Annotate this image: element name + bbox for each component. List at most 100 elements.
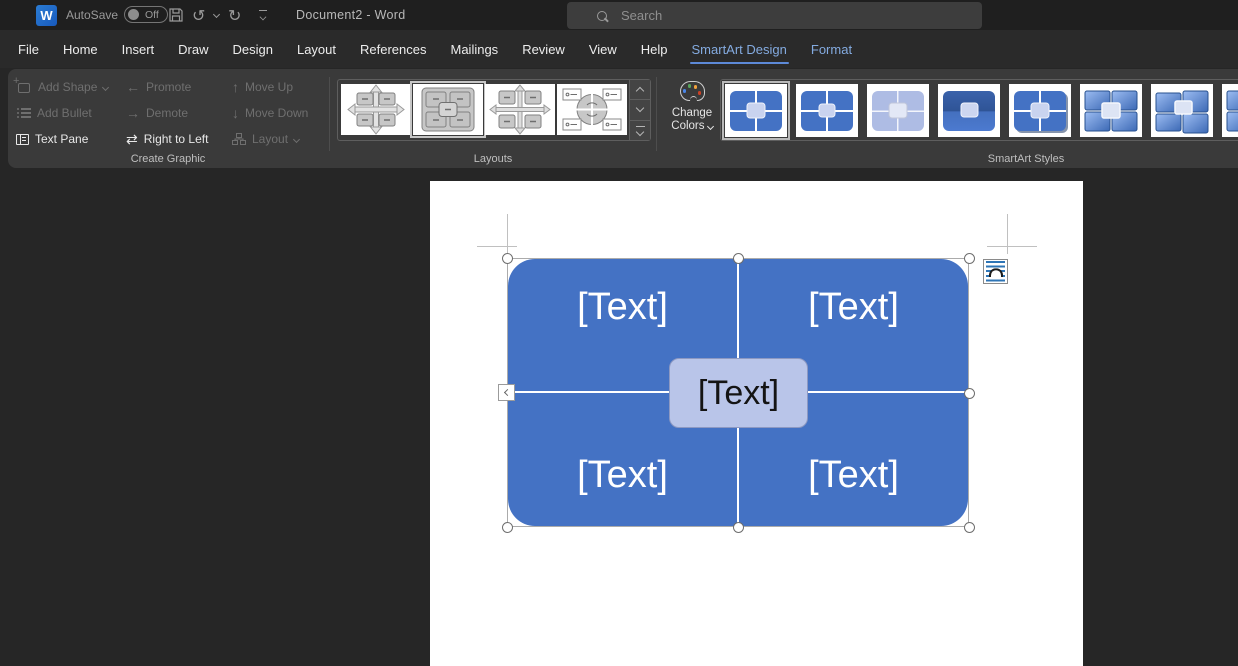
arrow-left-icon (126, 80, 140, 95)
layouts-group-label: Layouts (473, 153, 513, 165)
add-shape-button[interactable]: Add Shape (13, 75, 110, 99)
resize-handle-bottom-center[interactable] (732, 521, 744, 533)
layout-button[interactable]: Layout (232, 127, 301, 151)
group-divider (656, 77, 657, 151)
layouts-gallery (337, 79, 651, 141)
undo-dropdown-icon[interactable] (212, 10, 221, 19)
style-thumb-simple-fill[interactable] (796, 84, 858, 137)
chevron-left-icon (503, 388, 512, 397)
matrix-quadrant-top-left[interactable]: [Text] (508, 279, 737, 335)
anchor-mark (987, 246, 1037, 247)
style-thumb-polished-3d[interactable] (1080, 84, 1142, 137)
right-to-left-button[interactable]: Right to Left (126, 127, 209, 151)
tab-mailings[interactable]: Mailings (439, 30, 511, 68)
word-logo-icon[interactable]: W (36, 5, 57, 26)
tab-home[interactable]: Home (51, 30, 110, 68)
basic-matrix-icon (347, 84, 405, 135)
layout-thumb-grid-matrix[interactable] (485, 84, 555, 135)
promote-button[interactable]: Promote (126, 75, 191, 99)
move-down-button[interactable]: Move Down (232, 101, 308, 125)
promote-label: Promote (146, 80, 192, 94)
layout-thumb-titled-matrix[interactable] (410, 81, 486, 138)
tab-view[interactable]: View (577, 30, 629, 68)
tab-format[interactable]: Format (799, 30, 864, 68)
move-up-label: Move Up (245, 80, 294, 94)
titled-matrix-icon (421, 87, 475, 132)
text-pane-button[interactable]: Text Pane (16, 127, 88, 151)
tab-file[interactable]: File (6, 30, 51, 68)
move-up-button[interactable]: Move Up (232, 75, 293, 99)
tab-review[interactable]: Review (510, 30, 577, 68)
undo-button[interactable] (192, 6, 205, 26)
tab-layout[interactable]: Layout (285, 30, 348, 68)
resize-handle-middle-right[interactable] (963, 387, 975, 399)
matrix-style-icon (1084, 90, 1138, 131)
demote-button[interactable]: Demote (126, 101, 188, 125)
tab-references[interactable]: References (348, 30, 438, 68)
anchor-mark (477, 246, 517, 247)
customize-toolbar-icon (258, 9, 269, 20)
style-thumb-inset-3d[interactable] (1151, 84, 1213, 137)
matrix-center-box[interactable]: [Text] (669, 358, 808, 428)
chevron-down-icon (706, 122, 714, 131)
resize-handle-top-right[interactable] (963, 252, 975, 264)
style-thumb-subtle-effect[interactable] (867, 84, 929, 137)
layout-thumb-cycle-matrix[interactable] (557, 84, 627, 135)
title-bar: W AutoSave Off Document2 - Word (0, 0, 1238, 30)
palette-icon (679, 81, 705, 104)
group-divider (329, 77, 330, 151)
matrix-quadrant-bottom-left[interactable]: [Text] (508, 447, 737, 503)
style-thumb-moderate-effect[interactable] (1009, 84, 1071, 137)
ribbon-tab-bar: File Home Insert Draw Design Layout Refe… (0, 30, 1238, 68)
resize-handle-top-center[interactable] (732, 252, 744, 264)
change-colors-label: Change Colors (671, 107, 714, 132)
gallery-more-button[interactable] (630, 120, 650, 140)
customize-quick-access-button[interactable] (258, 9, 269, 20)
add-bullet-icon (16, 106, 31, 121)
save-icon (169, 8, 183, 22)
layout-options-button[interactable] (983, 259, 1008, 284)
anchor-mark (1007, 214, 1008, 254)
matrix-style-icon (872, 90, 924, 131)
arrow-down-icon (232, 106, 239, 121)
ribbon: Add Shape Add Bullet Text Pane Promote D… (8, 69, 1238, 168)
tab-design[interactable]: Design (221, 30, 285, 68)
text-pane-toggle-button[interactable] (498, 384, 515, 401)
tab-help[interactable]: Help (629, 30, 680, 68)
style-thumb-intense-dark[interactable] (938, 84, 1000, 137)
redo-button[interactable] (228, 6, 241, 26)
resize-handle-bottom-right[interactable] (963, 521, 975, 533)
org-chart-icon (232, 133, 246, 145)
tab-insert[interactable]: Insert (110, 30, 167, 68)
document-canvas: [Text] [Text] [Text] [Text] [Text] (0, 168, 1238, 666)
chevron-down-icon (102, 83, 110, 91)
style-thumb-simple-fill-selected[interactable] (722, 81, 790, 140)
save-button[interactable] (168, 7, 184, 23)
tab-smartart-design[interactable]: SmartArt Design (680, 30, 799, 68)
matrix-quadrant-bottom-right[interactable]: [Text] (739, 447, 968, 503)
layout-options-icon (986, 261, 1005, 282)
grid-matrix-icon (489, 84, 551, 135)
chevron-up-icon (635, 86, 645, 96)
search-box[interactable] (567, 2, 982, 29)
matrix-quadrant-top-right[interactable]: [Text] (739, 279, 968, 335)
chevron-down-icon (635, 104, 645, 113)
smartart-styles-gallery (720, 79, 1238, 141)
text-pane-label: Text Pane (35, 132, 89, 146)
add-bullet-button[interactable]: Add Bullet (16, 101, 92, 125)
search-input[interactable] (621, 8, 982, 23)
change-colors-button[interactable]: Change Colors (660, 75, 724, 153)
layout-label: Layout (252, 132, 289, 146)
gallery-scroll-down-button[interactable] (630, 100, 650, 121)
autosave-toggle[interactable]: Off (124, 6, 168, 23)
autosave-state: Off (145, 8, 159, 21)
gallery-scroll-up-button[interactable] (630, 80, 650, 101)
resize-handle-bottom-left[interactable] (501, 521, 513, 533)
tab-draw[interactable]: Draw (166, 30, 220, 68)
style-thumb-partial-3d[interactable] (1222, 84, 1238, 137)
search-icon (597, 10, 607, 21)
resize-handle-top-left[interactable] (501, 252, 513, 264)
layout-thumb-basic-matrix[interactable] (341, 84, 411, 135)
arrow-up-icon (232, 80, 239, 95)
demote-label: Demote (146, 106, 189, 120)
